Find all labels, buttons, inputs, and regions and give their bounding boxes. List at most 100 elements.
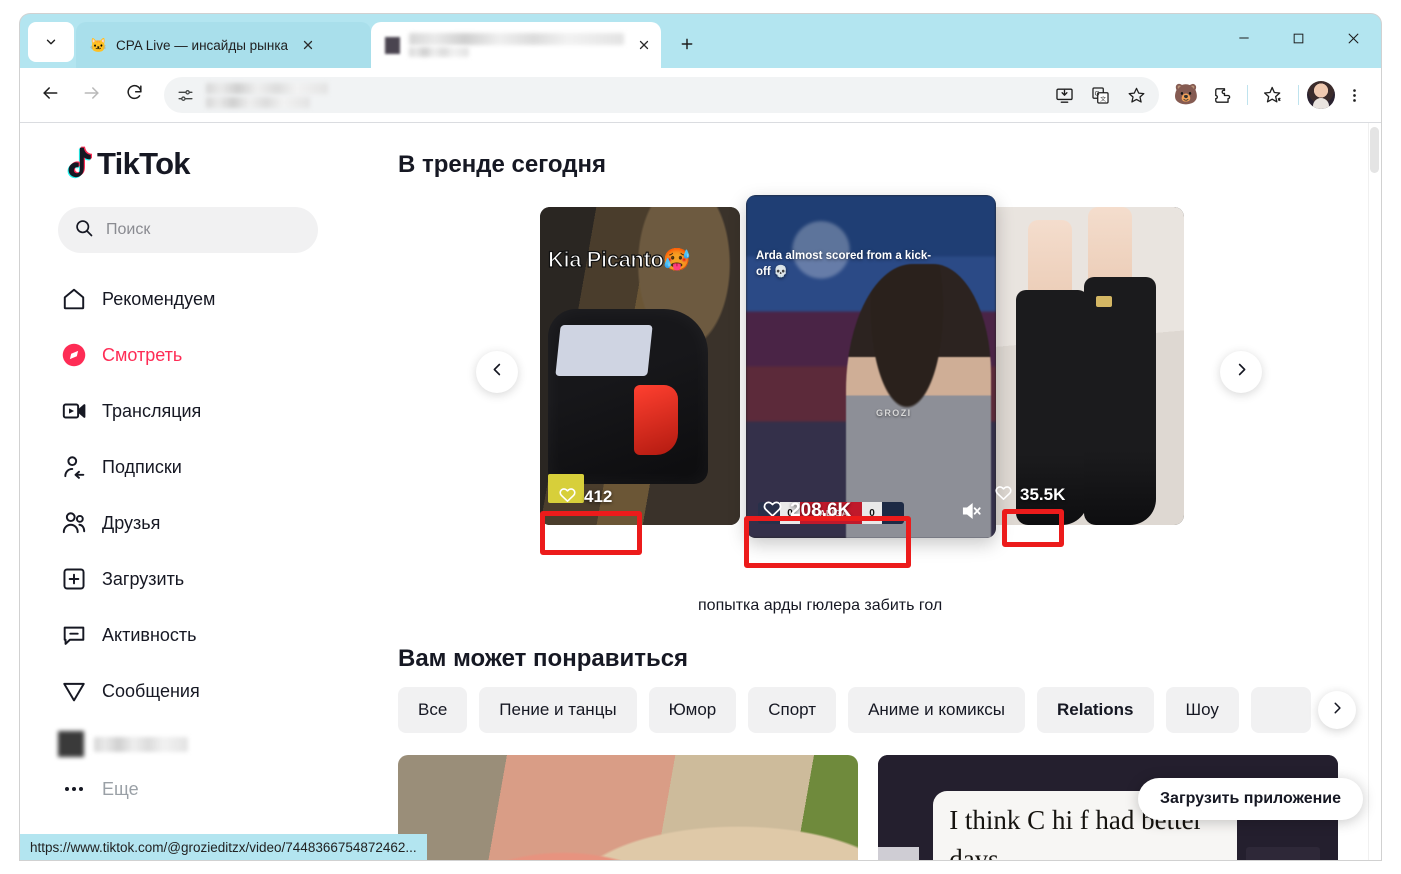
bear-extension-icon[interactable]: 🐻 [1169, 78, 1203, 112]
address-bar[interactable]: G文 [164, 77, 1159, 113]
sidebar-item-label: Еще [102, 778, 139, 799]
browser-tab-2[interactable] [371, 22, 661, 68]
back-arrow-icon [40, 83, 60, 108]
profile-name-blurred [94, 736, 188, 752]
sidebar-item-label: Смотреть [102, 344, 183, 365]
forward-arrow-icon [82, 83, 102, 108]
like-count-3: 35.5K [994, 483, 1065, 507]
carousel-next-button[interactable] [1220, 351, 1262, 393]
chevron-right-icon [1234, 362, 1249, 382]
close-window-button[interactable] [1326, 14, 1381, 62]
video-side-text: rio [878, 847, 920, 860]
tune-icon[interactable] [172, 82, 198, 108]
friends-icon [58, 507, 90, 539]
search-input[interactable]: Поиск [58, 207, 318, 253]
toolbar-divider [1247, 85, 1248, 105]
tiktok-note-icon [58, 145, 92, 183]
sidebar-item-label: Друзья [102, 512, 161, 533]
trending-card-3[interactable]: 35.5K [984, 207, 1184, 525]
main-content: В тренде сегодня Kia Picanto🥵 412 35.5K … [376, 123, 1381, 860]
page-scrollbar[interactable] [1368, 123, 1381, 860]
sidebar-item-messages[interactable]: Сообщения [40, 663, 376, 719]
chip-show[interactable]: Шоу [1165, 687, 1239, 733]
recommend-section-title: Вам может понравиться [398, 645, 689, 672]
page-viewport: TikTok Поиск Рекомендуем Смотреть Трансл… [20, 122, 1381, 860]
reload-button[interactable] [114, 75, 154, 115]
sidebar-item-label: Трансляция [102, 400, 202, 421]
sidebar-item-friends[interactable]: Друзья [40, 495, 376, 551]
bookmark-star-icon[interactable] [1119, 78, 1153, 112]
sidebar-item-upload[interactable]: Загрузить [40, 551, 376, 607]
close-icon[interactable] [633, 34, 655, 56]
scrollbar-thumb[interactable] [1370, 127, 1379, 173]
back-button[interactable] [30, 75, 70, 115]
score-right: 0 [862, 502, 882, 524]
video-side-shape [1246, 847, 1320, 860]
tab-title-blurred [409, 33, 624, 57]
like-count-value: 412 [584, 487, 613, 506]
url-text-blurred [198, 82, 1047, 108]
browser-tab-1[interactable]: 🐱 CPA Live — инсайды рынка [76, 22, 371, 68]
chevron-down-icon [44, 35, 58, 49]
like-count-2: 208.6K [762, 498, 851, 524]
sidebar-profile-blurred[interactable] [40, 719, 376, 769]
chip-anime-comics[interactable]: Аниме и комиксы [848, 687, 1025, 733]
profile-avatar[interactable] [1307, 81, 1335, 109]
like-count-1: 412 [558, 485, 612, 509]
video-overlay-text: Kia Picanto🥵 [547, 246, 691, 272]
person-following-icon [58, 451, 90, 483]
carousel-video-caption: попытка арды гюлера забить гол [698, 597, 943, 614]
chrome-menu-icon[interactable] [1337, 78, 1371, 112]
cat-favicon: 🐱 [89, 37, 108, 53]
chevron-left-icon [490, 362, 505, 382]
sidebar-item-label: Подписки [102, 456, 182, 477]
sparkle-star-icon[interactable] [1256, 78, 1290, 112]
sidebar-item-activity[interactable]: Активность [40, 607, 376, 663]
messages-send-icon [58, 675, 90, 707]
heart-icon [994, 483, 1013, 507]
chip-relations[interactable]: Relations [1036, 687, 1154, 733]
plus-icon [681, 38, 693, 50]
chip-sport[interactable]: Спорт [748, 687, 837, 733]
like-count-value: 208.6K [790, 500, 852, 521]
status-bar-url: https://www.tiktok.com/@grozieditzx/vide… [20, 834, 427, 860]
chip-singing-dancing[interactable]: Пение и танцы [479, 687, 637, 733]
sidebar-item-more[interactable]: Еще [40, 769, 376, 809]
chip-humor[interactable]: Юмор [648, 687, 737, 733]
close-icon[interactable] [297, 34, 319, 56]
video-card-1[interactable] [398, 755, 858, 860]
sidebar-item-for-you[interactable]: Рекомендуем [40, 271, 376, 327]
translate-icon[interactable]: G文 [1083, 78, 1117, 112]
browser-toolbar: G文 🐻 [20, 68, 1381, 122]
install-app-icon[interactable] [1047, 78, 1081, 112]
trending-carousel: Kia Picanto🥵 412 35.5K Arda almost score… [376, 191, 1381, 591]
tab-search-button[interactable] [28, 22, 74, 62]
carousel-prev-button[interactable] [476, 351, 518, 393]
boot-shape [1084, 276, 1156, 525]
minimize-button[interactable] [1216, 14, 1271, 62]
extensions-puzzle-icon[interactable] [1205, 78, 1239, 112]
heart-icon [558, 485, 577, 509]
chips-next-button[interactable] [1318, 691, 1356, 729]
maximize-button[interactable] [1271, 14, 1326, 62]
video-watermark: GROZI [876, 407, 912, 418]
sidebar-item-label: Активность [102, 624, 197, 645]
player-shape [846, 263, 991, 538]
tiktok-sidebar: TikTok Поиск Рекомендуем Смотреть Трансл… [20, 123, 376, 860]
sidebar-item-explore[interactable]: Смотреть [40, 327, 376, 383]
sidebar-item-following[interactable]: Подписки [40, 439, 376, 495]
forward-button[interactable] [72, 75, 112, 115]
mute-icon[interactable] [960, 500, 982, 522]
new-tab-button[interactable] [669, 26, 705, 62]
download-app-button[interactable]: Загрузить приложение [1138, 778, 1363, 820]
sidebar-item-live[interactable]: Трансляция [40, 383, 376, 439]
sidebar-item-label: Сообщения [102, 680, 200, 701]
sidebar-item-label: Загрузить [102, 568, 185, 589]
trending-card-2[interactable]: Arda almost scored from a kick-off 💀 GRO… [746, 195, 996, 538]
tiktok-logo[interactable]: TikTok [40, 145, 376, 183]
trending-card-1[interactable]: Kia Picanto🥵 412 [540, 207, 740, 525]
chip-all[interactable]: Все [398, 687, 468, 733]
chevron-right-icon [1330, 701, 1344, 720]
window-controls [1216, 14, 1381, 62]
chip-overflow[interactable] [1250, 687, 1311, 733]
